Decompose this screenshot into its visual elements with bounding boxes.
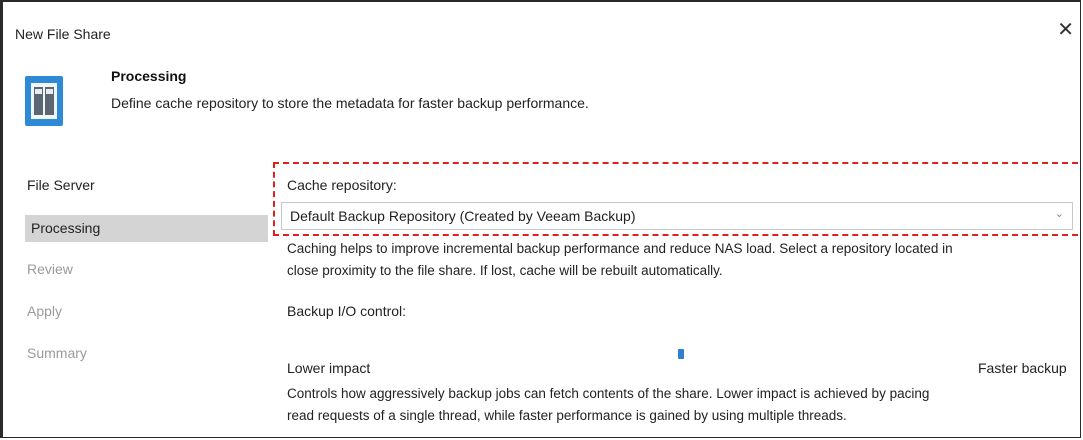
cache-help-line-1: Caching helps to improve incremental bac… bbox=[287, 241, 953, 256]
background-window-strip bbox=[193, 2, 993, 12]
io-help-text: Controls how aggressively backup jobs ca… bbox=[287, 383, 1077, 427]
chevron-down-icon[interactable]: ⌄ bbox=[1055, 207, 1064, 220]
file-share-icon bbox=[25, 76, 63, 126]
io-help-line-2: read requests of a single thread, while … bbox=[287, 408, 847, 423]
cache-repository-value: Default Backup Repository (Created by Ve… bbox=[290, 208, 636, 224]
nav-item-review: Review bbox=[27, 261, 73, 277]
nav-item-file-server[interactable]: File Server bbox=[27, 177, 95, 193]
window-title: New File Share bbox=[15, 26, 111, 42]
cache-help-text: Caching helps to improve incremental bac… bbox=[287, 238, 1077, 282]
cache-repository-select[interactable]: Default Backup Repository (Created by Ve… bbox=[281, 202, 1073, 230]
close-icon[interactable]: ✕ bbox=[1057, 20, 1074, 40]
step-title: Processing bbox=[111, 68, 187, 84]
io-help-line-1: Controls how aggressively backup jobs ca… bbox=[287, 386, 930, 401]
nav-item-processing[interactable]: Processing bbox=[25, 215, 268, 242]
cache-repository-label: Cache repository: bbox=[287, 177, 397, 193]
faster-backup-label: Faster backup bbox=[978, 360, 1067, 376]
io-control-slider[interactable] bbox=[678, 349, 684, 359]
nav-item-summary: Summary bbox=[27, 345, 87, 361]
nav-item-apply: Apply bbox=[27, 303, 63, 319]
lower-impact-label: Lower impact bbox=[287, 360, 371, 376]
step-description: Define cache repository to store the met… bbox=[111, 95, 589, 111]
new-file-share-window: New File Share ✕ Processing Define cache… bbox=[0, 0, 1081, 438]
cache-help-line-2: close proximity to the file share. If lo… bbox=[287, 263, 723, 278]
backup-io-control-label: Backup I/O control: bbox=[287, 303, 407, 319]
